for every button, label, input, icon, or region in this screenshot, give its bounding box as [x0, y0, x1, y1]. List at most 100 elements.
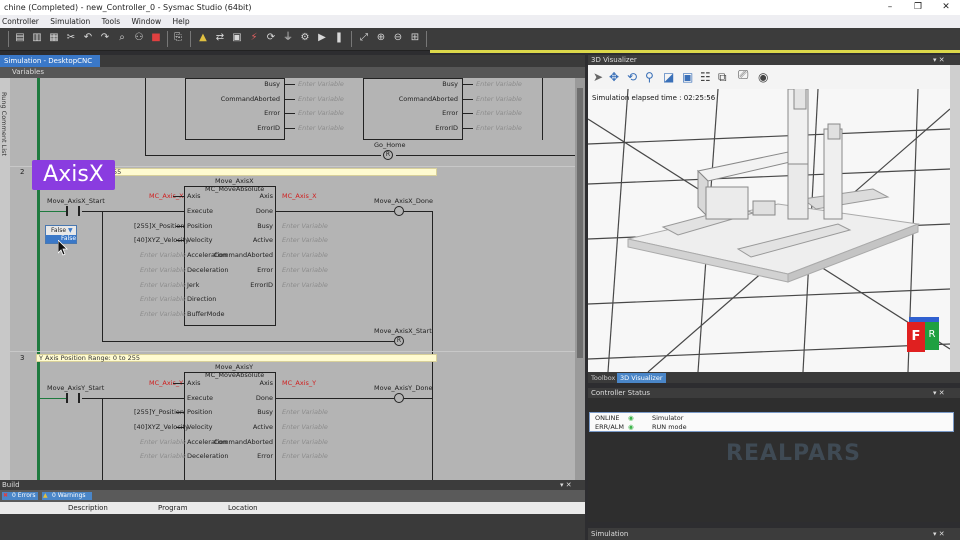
- rung-comment[interactable]: Y Axis Position Range: 0 to 255: [36, 354, 437, 362]
- fb-instance-name[interactable]: Move_AxisY: [215, 363, 253, 371]
- variable-placeholder[interactable]: Enter Variable: [298, 124, 344, 132]
- panel-pin-icon[interactable]: ▾ ✕: [933, 528, 945, 540]
- variable-placeholder[interactable]: Enter Variable: [298, 95, 344, 103]
- column-location[interactable]: Location: [228, 502, 258, 514]
- variable-placeholder[interactable]: Enter Variable: [140, 310, 186, 318]
- zoom-icon[interactable]: ⚲: [645, 70, 654, 84]
- pan-icon[interactable]: ✥: [609, 70, 619, 84]
- variable-placeholder[interactable]: Enter Variable: [476, 95, 522, 103]
- find-icon[interactable]: ⌕: [116, 32, 128, 44]
- view-cube-front[interactable]: F: [907, 322, 925, 352]
- menu-tools[interactable]: Tools: [102, 17, 120, 26]
- variable-placeholder[interactable]: Enter Variable: [476, 124, 522, 132]
- redo-icon[interactable]: ↷: [99, 32, 111, 44]
- online-icon[interactable]: ⚡: [248, 32, 260, 44]
- warnings-filter[interactable]: ▲ 0 Warnings: [42, 492, 92, 500]
- panel-pin-icon[interactable]: ▾ ✕: [933, 55, 945, 65]
- variable-placeholder[interactable]: Enter Variable: [282, 266, 328, 274]
- ladder-editor[interactable]: Busy CommandAborted Error ErrorID Enter …: [10, 78, 575, 488]
- visualizer-3d-canvas[interactable]: Simulation elapsed time : 02:25:56 F R: [588, 89, 950, 372]
- fb-instance-name[interactable]: Move_AxisX: [215, 177, 254, 185]
- variable-placeholder[interactable]: Enter Variable: [282, 281, 328, 289]
- minimize-button[interactable]: –: [876, 0, 904, 15]
- cube-view-icon[interactable]: ▣: [682, 70, 693, 84]
- camera-icon[interactable]: ⎚: [738, 68, 748, 83]
- variable-placeholder[interactable]: Enter Variable: [282, 236, 328, 244]
- variable-placeholder[interactable]: Enter Variable: [140, 438, 186, 446]
- rung-comment[interactable]: 55: [110, 168, 437, 176]
- errors-filter[interactable]: ✖ 0 Errors: [2, 492, 38, 500]
- variable-placeholder[interactable]: Enter Variable: [282, 251, 328, 259]
- panel-pin-icon[interactable]: ▾ ✕: [560, 480, 572, 490]
- binoculars-icon[interactable]: ⚇: [133, 32, 145, 44]
- menu-simulation[interactable]: Simulation: [50, 17, 90, 26]
- dropdown-selected-value[interactable]: False ▼: [46, 226, 76, 235]
- reset-coil[interactable]: R: [383, 150, 393, 160]
- no-contact-move-axisx-start[interactable]: [66, 206, 80, 216]
- no-contact-move-axisy-start[interactable]: [66, 393, 80, 403]
- layout-icon[interactable]: ⊞: [409, 32, 421, 44]
- editor-vertical-scrollbar[interactable]: [575, 78, 585, 488]
- menu-window[interactable]: Window: [132, 17, 162, 26]
- record-icon[interactable]: ◉: [758, 70, 768, 84]
- variable-placeholder[interactable]: Enter Variable: [476, 109, 522, 117]
- variable-placeholder[interactable]: Enter Variable: [140, 266, 186, 274]
- synchronize-icon[interactable]: ⟳: [265, 32, 277, 44]
- compile-icon[interactable]: ⎘: [172, 32, 184, 44]
- copy-icon[interactable]: ▥: [31, 32, 43, 44]
- monitor-icon[interactable]: ▣: [231, 32, 243, 44]
- settings-icon[interactable]: ⚙: [299, 32, 311, 44]
- variable-placeholder[interactable]: Enter Variable: [282, 423, 328, 431]
- tab-simulation-desktopcnc[interactable]: Simulation - DesktopCNC: [0, 55, 100, 67]
- variable-placeholder[interactable]: Enter Variable: [140, 281, 186, 289]
- coil-move-axisy-done[interactable]: [394, 393, 404, 403]
- axis-output-variable[interactable]: MC_Axis_Y: [282, 379, 316, 387]
- warning-icon[interactable]: ▲: [197, 32, 209, 44]
- zoom-in-icon[interactable]: ⊕: [375, 32, 387, 44]
- axis-output-variable[interactable]: MC_Axis_X: [282, 192, 317, 200]
- stop-icon[interactable]: ■: [150, 32, 162, 44]
- view-cube-top[interactable]: [909, 317, 939, 322]
- fit-view-icon[interactable]: ◪: [663, 70, 674, 84]
- variable-placeholder[interactable]: Enter Variable: [282, 222, 328, 230]
- paste-icon[interactable]: ▦: [48, 32, 60, 44]
- menu-controller[interactable]: Controller: [2, 17, 39, 26]
- column-program[interactable]: Program: [158, 502, 188, 514]
- transfer-icon[interactable]: ⇄: [214, 32, 226, 44]
- grid-icon[interactable]: ☷: [700, 70, 711, 84]
- variables-bar[interactable]: Variables: [0, 67, 585, 78]
- close-button[interactable]: ✕: [932, 0, 960, 15]
- variable-placeholder[interactable]: Enter Variable: [282, 452, 328, 460]
- variable-placeholder[interactable]: Enter Variable: [476, 80, 522, 88]
- variable-placeholder[interactable]: Enter Variable: [298, 80, 344, 88]
- play-icon[interactable]: ▶: [316, 32, 328, 44]
- panel-pin-icon[interactable]: ▾ ✕: [933, 388, 945, 398]
- visualizer-scrollbar[interactable]: [950, 65, 960, 372]
- reset-coil-move-axisx-start[interactable]: R: [394, 336, 404, 346]
- view-cube-right[interactable]: R: [925, 320, 939, 350]
- cut-icon[interactable]: ▤: [14, 32, 26, 44]
- zoom-fit-icon[interactable]: ⤢: [358, 32, 370, 44]
- variable-placeholder[interactable]: Enter Variable: [140, 452, 186, 460]
- column-description[interactable]: Description: [68, 502, 108, 514]
- rung-comment-list-strip[interactable]: Rung Comment List: [0, 78, 10, 488]
- variable-placeholder[interactable]: Enter Variable: [282, 408, 328, 416]
- menu-help[interactable]: Help: [172, 17, 189, 26]
- pause-icon[interactable]: ❚: [333, 32, 345, 44]
- pointer-icon[interactable]: ➤: [593, 70, 603, 84]
- coil-move-axisx-done[interactable]: [394, 206, 404, 216]
- tab-toolbox[interactable]: Toolbox: [588, 373, 618, 383]
- build-results-list[interactable]: [0, 514, 585, 540]
- variable-placeholder[interactable]: Enter Variable: [140, 251, 186, 259]
- model-view-icon[interactable]: ⧉: [718, 70, 727, 85]
- rotate-icon[interactable]: ⟲: [627, 70, 637, 84]
- undo-icon[interactable]: ↶: [82, 32, 94, 44]
- plug-icon[interactable]: ⏚: [282, 32, 294, 44]
- variable-placeholder[interactable]: Enter Variable: [298, 109, 344, 117]
- scissors-icon[interactable]: ✂: [65, 32, 77, 44]
- variable-placeholder[interactable]: Enter Variable: [282, 438, 328, 446]
- maximize-button[interactable]: ❐: [904, 0, 932, 15]
- scrollbar-thumb[interactable]: [577, 88, 583, 358]
- tab-3d-visualizer[interactable]: 3D Visualizer: [617, 373, 666, 383]
- variable-placeholder[interactable]: Enter Variable: [140, 295, 186, 303]
